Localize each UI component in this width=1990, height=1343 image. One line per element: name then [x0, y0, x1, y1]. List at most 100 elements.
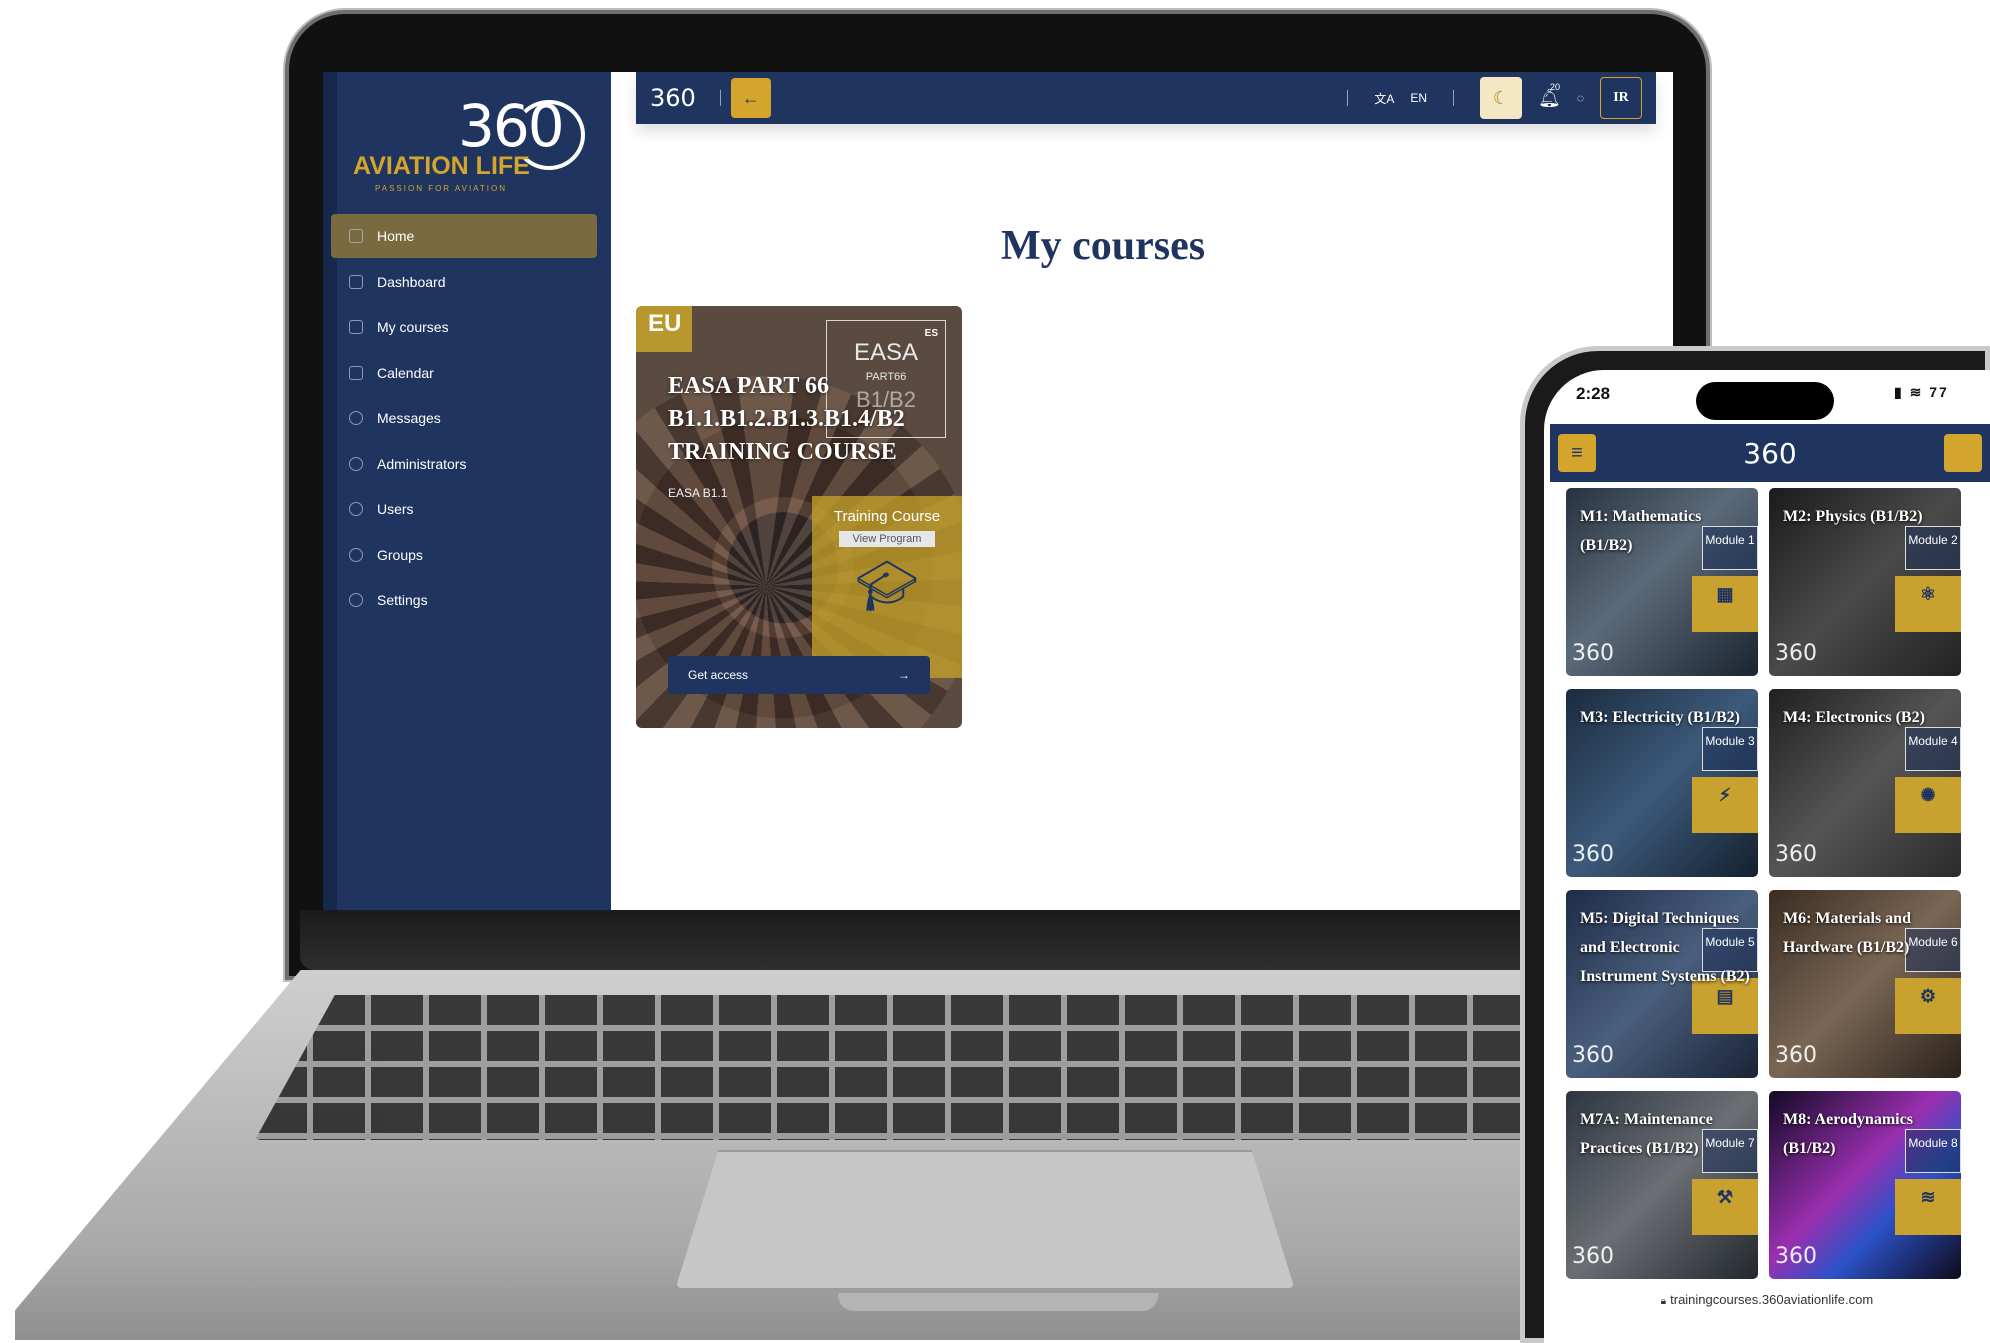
lock-icon: 🔒︎: [1660, 1296, 1667, 1307]
phone-screen: 2:28 ▮ ≋ 77 ≡ 360 M1: Mathematics (B1/B2…: [1544, 370, 1990, 1343]
language-badge: ES: [924, 328, 938, 339]
module-tag: ▦: [1692, 576, 1758, 632]
course-card[interactable]: EU EASA PART66 B1/B2 ES EASA PART 66 B1.…: [636, 306, 962, 728]
chat-icon: [349, 411, 363, 425]
arrow-right-icon: →: [898, 668, 910, 682]
module-title: M8: Aerodynamics (B1/B2): [1783, 1111, 1913, 1157]
home-icon: [349, 229, 363, 243]
back-button[interactable]: ←: [730, 78, 771, 118]
atom-icon: ⚛: [1919, 584, 1937, 604]
module-tag: ✺: [1895, 777, 1961, 833]
divider: [719, 90, 721, 106]
module-card[interactable]: M2: Physics (B1/B2) Module 2 ⚛ 360: [1769, 488, 1961, 676]
module-grid: M1: Mathematics (B1/B2) Module 1 ▦ 360 M2: …: [1566, 488, 1974, 1279]
sidebar-item-label: Settings: [377, 592, 428, 608]
phone-header: ≡ 360: [1550, 424, 1990, 482]
module-badge: Module 2: [1905, 526, 1961, 570]
wrench-icon: ⚒: [1716, 1187, 1734, 1207]
menu-button[interactable]: ≡: [1558, 434, 1596, 472]
theme-toggle-button[interactable]: ☾: [1480, 77, 1522, 119]
module-card[interactable]: M3: Electricity (B1/B2) Module 3 ⚡︎ 360: [1566, 689, 1758, 877]
lightning-icon: ⚡︎: [1718, 785, 1732, 805]
sidebar-item-messages[interactable]: Messages: [331, 396, 597, 440]
sidebar-item-my-courses[interactable]: My courses: [331, 305, 597, 349]
page-title: My courses: [1000, 223, 1206, 269]
header-action-button[interactable]: [1943, 434, 1982, 472]
sidebar-menu: Home Dashboard My courses Calendar Messa…: [331, 214, 597, 624]
brand-logo[interactable]: 360 AVIATION LIFE PASSION FOR AVIATION: [353, 92, 585, 193]
status-time: 2:28: [1576, 384, 1611, 403]
module-title: M7A: Maintenance Practices (B1/B2): [1580, 1111, 1713, 1157]
notifications-count: 20: [1550, 81, 1561, 92]
sidebar-item-label: Calendar: [377, 364, 434, 381]
module-card[interactable]: M4: Electronics (B2) Module 4 ✺ 360: [1769, 689, 1961, 877]
laptop-front-notch: [838, 1293, 1158, 1311]
get-access-button[interactable]: Get access →: [668, 656, 930, 694]
sidebar-item-label: Dashboard: [377, 273, 446, 290]
dashboard-icon: [349, 274, 363, 289]
sidebar-item-label: My courses: [377, 319, 449, 335]
sidebar-item-dashboard[interactable]: Dashboard: [331, 260, 597, 304]
watermark-logo: 360: [1775, 641, 1817, 666]
watermark-logo: 360: [1572, 842, 1614, 867]
status-bar: 2:28 ▮ ≋ 77: [1544, 370, 1990, 422]
sidebar-item-settings[interactable]: Settings: [331, 578, 597, 622]
module-card[interactable]: M7A: Maintenance Practices (B1/B2) Module…: [1566, 1091, 1758, 1279]
easa-emblem-title: EASA: [853, 339, 919, 366]
region-badge: EU: [636, 306, 692, 352]
phone-logo[interactable]: 360: [1743, 437, 1796, 470]
module-card[interactable]: M8: Aerodynamics (B1/B2) Module 8 ≋ 360: [1769, 1091, 1961, 1279]
sidebar-item-calendar[interactable]: Calendar: [331, 351, 597, 395]
url-text: trainingcourses.360aviationlife.com: [1670, 1292, 1874, 1307]
sidebar-item-administrators[interactable]: Administrators: [331, 442, 597, 486]
avatar[interactable]: IR: [1600, 77, 1642, 119]
module-tag: ≋: [1895, 1179, 1961, 1235]
watermark-logo: 360: [1775, 1043, 1817, 1068]
module-card[interactable]: M5: Digital Techniques and Electronic In…: [1566, 890, 1758, 1078]
topbar-actions: 文A EN ☾ 🔔︎ 20 ◌ IR: [1337, 77, 1642, 119]
course-subtitle: EASA B1.1: [668, 486, 728, 500]
top-bar: 360 ← 文A EN ☾ 🔔︎ 20 ◌ IR: [636, 72, 1656, 124]
module-badge: Module 4: [1905, 727, 1961, 771]
module-title: M3: Electricity (B1/B2): [1580, 709, 1740, 726]
language-selector[interactable]: EN: [1410, 91, 1427, 105]
view-program-link[interactable]: View Program: [839, 531, 935, 547]
sidebar-item-groups[interactable]: Groups: [331, 533, 597, 577]
module-card[interactable]: M1: Mathematics (B1/B2) Module 1 ▦ 360: [1566, 488, 1758, 676]
module-tag: ⚡︎: [1692, 777, 1758, 833]
translate-icon[interactable]: 文A: [1374, 90, 1394, 107]
sidebar-item-label: Users: [377, 501, 414, 517]
module-title: M1: Mathematics (B1/B2): [1580, 508, 1702, 554]
url-bar[interactable]: 🔒︎ trainingcourses.360aviationlife.com: [1544, 1292, 1990, 1328]
chat-icon[interactable]: ◌: [1577, 91, 1584, 105]
divider: [1453, 90, 1454, 106]
watermark-logo: 360: [1572, 1244, 1614, 1269]
sidebar-item-home[interactable]: Home: [331, 214, 597, 258]
module-tag: ⚒: [1692, 1179, 1758, 1235]
module-tag: ⚛: [1895, 576, 1961, 632]
device-mockup-stage: 360 AVIATION LIFE PASSION FOR AVIATION H…: [0, 0, 1990, 1343]
sidebar-item-label: Messages: [377, 410, 441, 426]
module-badge: Module 3: [1702, 727, 1758, 771]
tools-icon: ⚙: [1919, 986, 1937, 1006]
sidebar: 360 AVIATION LIFE PASSION FOR AVIATION H…: [323, 72, 611, 910]
watermark-logo: 360: [1572, 1043, 1614, 1068]
course-tag-panel: Training Course View Program 🎓︎: [812, 496, 962, 678]
calendar-icon: [349, 365, 363, 380]
calculator-icon: ▦: [1716, 584, 1734, 604]
module-card[interactable]: M6: Materials and Hardware (B1/B2) Module…: [1769, 890, 1961, 1078]
topbar-logo[interactable]: 360: [650, 84, 696, 112]
users-icon: [349, 456, 363, 471]
logo-tagline: PASSION FOR AVIATION: [375, 184, 508, 193]
watermark-logo: 360: [1572, 641, 1614, 666]
laptop-trackpad: [675, 1150, 1295, 1290]
sidebar-item-users[interactable]: Users: [331, 487, 597, 531]
watermark-logo: 360: [1775, 1244, 1817, 1269]
course-title: EASA PART 66 B1.1.B1.2.B1.3.B1.4/B2 TRAI…: [668, 373, 905, 465]
status-icons: ▮ ≋ 77: [1894, 384, 1949, 400]
moon-icon: ☾: [1492, 87, 1510, 108]
notifications-button[interactable]: 🔔︎ 20: [1538, 82, 1561, 109]
laptop-hinge: [300, 910, 1700, 970]
module-title: M4: Electronics (B2): [1783, 709, 1925, 726]
divider: [1347, 90, 1349, 106]
